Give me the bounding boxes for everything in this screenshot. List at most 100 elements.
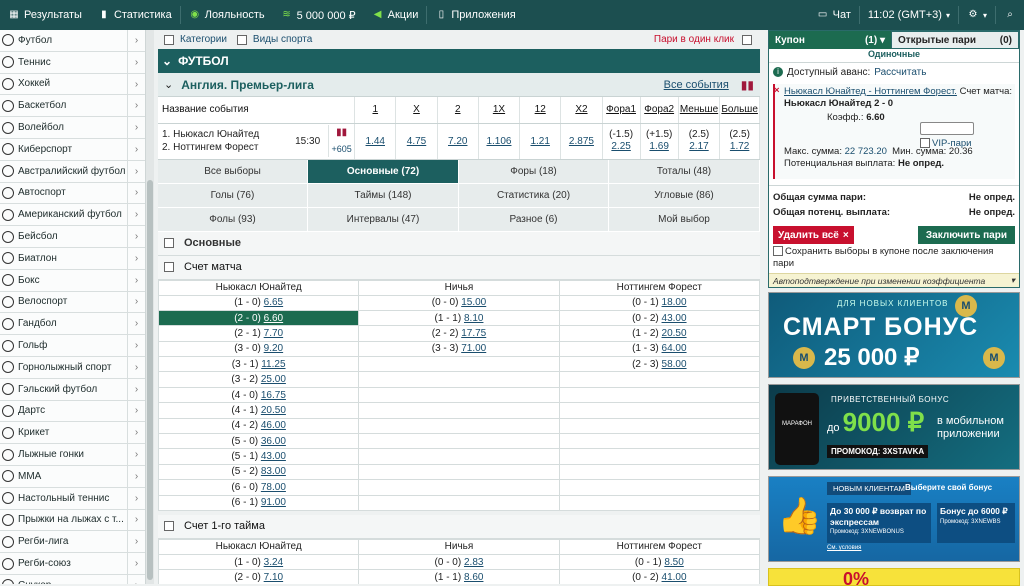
sidebar-item[interactable]: MMA › [0,465,145,488]
score-odd-cell[interactable]: (0 - 1) 18.00 [558,294,760,311]
chevron-right-icon[interactable]: › [127,95,145,117]
sidebar-item[interactable]: Горнолыжный спорт › [0,356,145,379]
score-odd-cell[interactable]: (1 - 1) 8.10 [358,309,560,327]
market-tab[interactable]: Мой выбор [609,207,760,232]
sidebar-item[interactable]: Регби-союз › [0,553,145,575]
column-header[interactable]: Фора2 [640,97,679,124]
market-tab[interactable]: Угловые (86) [609,183,760,208]
scrollbar-thumb[interactable] [147,180,153,580]
sidebar-item[interactable]: Киберспорт › [0,138,145,161]
league-header[interactable]: ⌄ Англия. Премьер-лига Все события ▮▮ [158,73,760,97]
score-odd-cell[interactable]: (5 - 2) 83.00 [158,463,360,481]
chevron-right-icon[interactable]: › [127,335,145,357]
column-header[interactable]: 1X [478,97,521,124]
chevron-right-icon[interactable]: › [127,51,145,73]
chevron-right-icon[interactable]: › [127,444,145,466]
section-match-score[interactable]: Счет матча [158,255,760,280]
market-tab[interactable]: Интервалы (47) [308,207,459,232]
calculate-link[interactable]: Рассчитать [874,67,926,78]
score-odd-cell[interactable]: (0 - 2) 43.00 [558,309,760,327]
chevron-right-icon[interactable]: › [127,531,145,553]
apps-link[interactable]: ▯ Приложения [427,0,523,30]
odd-cell[interactable]: 1.106 [478,123,521,160]
market-tab[interactable]: Разное (6) [459,207,609,232]
score-odd-cell[interactable]: (0 - 0) 15.00 [358,294,560,311]
remove-all-button[interactable]: Удалить всё × [773,226,854,244]
chevron-right-icon[interactable]: › [127,138,145,160]
stats-icon[interactable]: ▮▮ [741,78,754,92]
column-header[interactable]: Фора1 [602,97,641,124]
score-odd-cell[interactable]: (1 - 0) 3.24 [158,553,360,571]
section-checkbox[interactable] [164,238,174,248]
results-link[interactable]: ▦ Результаты [0,0,90,30]
score-odd-cell[interactable]: (1 - 3) 64.00 [558,340,760,358]
score-odd-cell[interactable]: (0 - 1) 8.50 [558,553,760,571]
score-odd-cell[interactable]: (0 - 2) 41.00 [558,569,760,584]
sidebar-scrollbar[interactable] [146,30,154,584]
score-odd-cell[interactable]: (2 - 2) 17.75 [358,325,560,342]
search-button[interactable]: ⌕ [996,0,1024,30]
coupon-tab[interactable]: Купон (1) ▾ [769,31,891,49]
settings-button[interactable]: ⚙ ▾ [959,0,995,30]
promo-banner-choose-bonus[interactable]: 👍 НОВЫМ КЛИЕНТАМ Выберите свой бонус До … [768,476,1020,562]
odd-cell-over[interactable]: (2.5) 1.72 [719,123,760,160]
column-header[interactable]: Меньше [678,97,721,124]
chevron-right-icon[interactable]: › [127,356,145,378]
market-tab[interactable]: Фолы (93) [158,207,308,232]
sport-types-checkbox[interactable] [236,34,247,45]
market-tab[interactable]: Таймы (148) [308,183,459,208]
score-odd-cell[interactable]: (6 - 0) 78.00 [158,479,360,496]
odd-cell-under[interactable]: (2.5) 2.17 [678,123,721,160]
score-odd-cell[interactable]: (2 - 0) 7.10 [158,569,360,584]
sidebar-item[interactable]: Регби-лига › [0,531,145,554]
odd-cell[interactable]: 1.44 [354,123,397,160]
bet-event-link[interactable]: Ньюкасл Юнайтед - Ноттингем Форест. [784,86,957,97]
score-odd-cell[interactable]: (4 - 1) 20.50 [158,402,360,419]
stake-input[interactable] [920,122,974,135]
sidebar-item[interactable]: Гольф › [0,335,145,357]
open-bets-tab[interactable]: Открытые пари (0) [891,31,1019,49]
vip-checkbox[interactable] [920,138,930,149]
score-odd-cell[interactable]: (6 - 1) 91.00 [158,494,360,511]
close-icon[interactable]: × [774,85,780,97]
market-tab[interactable]: Форы (18) [459,159,609,184]
one-click-checkbox[interactable] [742,34,752,45]
column-header[interactable]: X [395,97,438,124]
odd-cell[interactable]: 7.20 [437,123,479,160]
odd-cell[interactable]: 1.21 [519,123,562,160]
all-events-link[interactable]: Все события [664,79,729,91]
score-odd-cell[interactable]: (2 - 1) 7.70 [158,325,360,342]
promo-banner-welcome-bonus[interactable]: МАРАФОН ПРИВЕТСТВЕННЫЙ БОНУС до 9000 ₽ в… [768,384,1020,470]
section-checkbox[interactable] [164,521,174,532]
score-odd-cell[interactable]: (4 - 0) 16.75 [158,386,360,404]
sidebar-item[interactable]: Дартс › [0,400,145,423]
sidebar-item[interactable]: Бокс › [0,269,145,292]
chevron-right-icon[interactable]: › [127,269,145,291]
chevron-right-icon[interactable]: › [127,73,145,95]
bonus-link[interactable]: ≋ 5 000 000 ₽ [273,0,364,30]
column-header[interactable]: 2 [437,97,479,124]
sidebar-item[interactable]: Лыжные гонки › [0,444,145,466]
chevron-right-icon[interactable]: › [127,509,145,531]
chevron-right-icon[interactable]: › [127,291,145,313]
score-odd-cell[interactable]: (3 - 1) 11.25 [158,356,360,373]
bonus-option-1[interactable]: До 30 000 ₽ возврат по экспрессам Промоко… [827,503,931,543]
sidebar-item[interactable]: Гандбол › [0,313,145,336]
place-bet-button[interactable]: Заключить пари [917,226,1015,244]
sidebar-item[interactable]: Баскетбол › [0,95,145,118]
bonus-option-2[interactable]: Бонус до 6000 ₽ Промокод: 3XNEWBS [937,503,1015,543]
sport-header[interactable]: ⌄ ФУТБОЛ [158,49,760,73]
chevron-right-icon[interactable]: › [127,30,145,51]
odd-cell[interactable]: 2.875 [560,123,603,160]
sidebar-item[interactable]: Крикет › [0,422,145,445]
market-tab[interactable]: Все выборы [158,159,308,184]
sidebar-item[interactable]: Американский футбол › [0,204,145,227]
chevron-right-icon[interactable]: › [127,465,145,487]
score-odd-cell[interactable]: (1 - 2) 20.50 [558,325,760,342]
categories-link[interactable]: Категории [180,34,227,45]
stats-link[interactable]: ▮ Статистика [90,0,180,30]
odd-cell-handicap1[interactable]: (-1.5) 2.25 [602,123,641,160]
more-markets[interactable]: ▮▮ +605 [328,125,354,157]
conditions-link[interactable]: См. условия [827,545,861,551]
score-odd-cell[interactable]: (3 - 3) 71.00 [358,340,560,358]
